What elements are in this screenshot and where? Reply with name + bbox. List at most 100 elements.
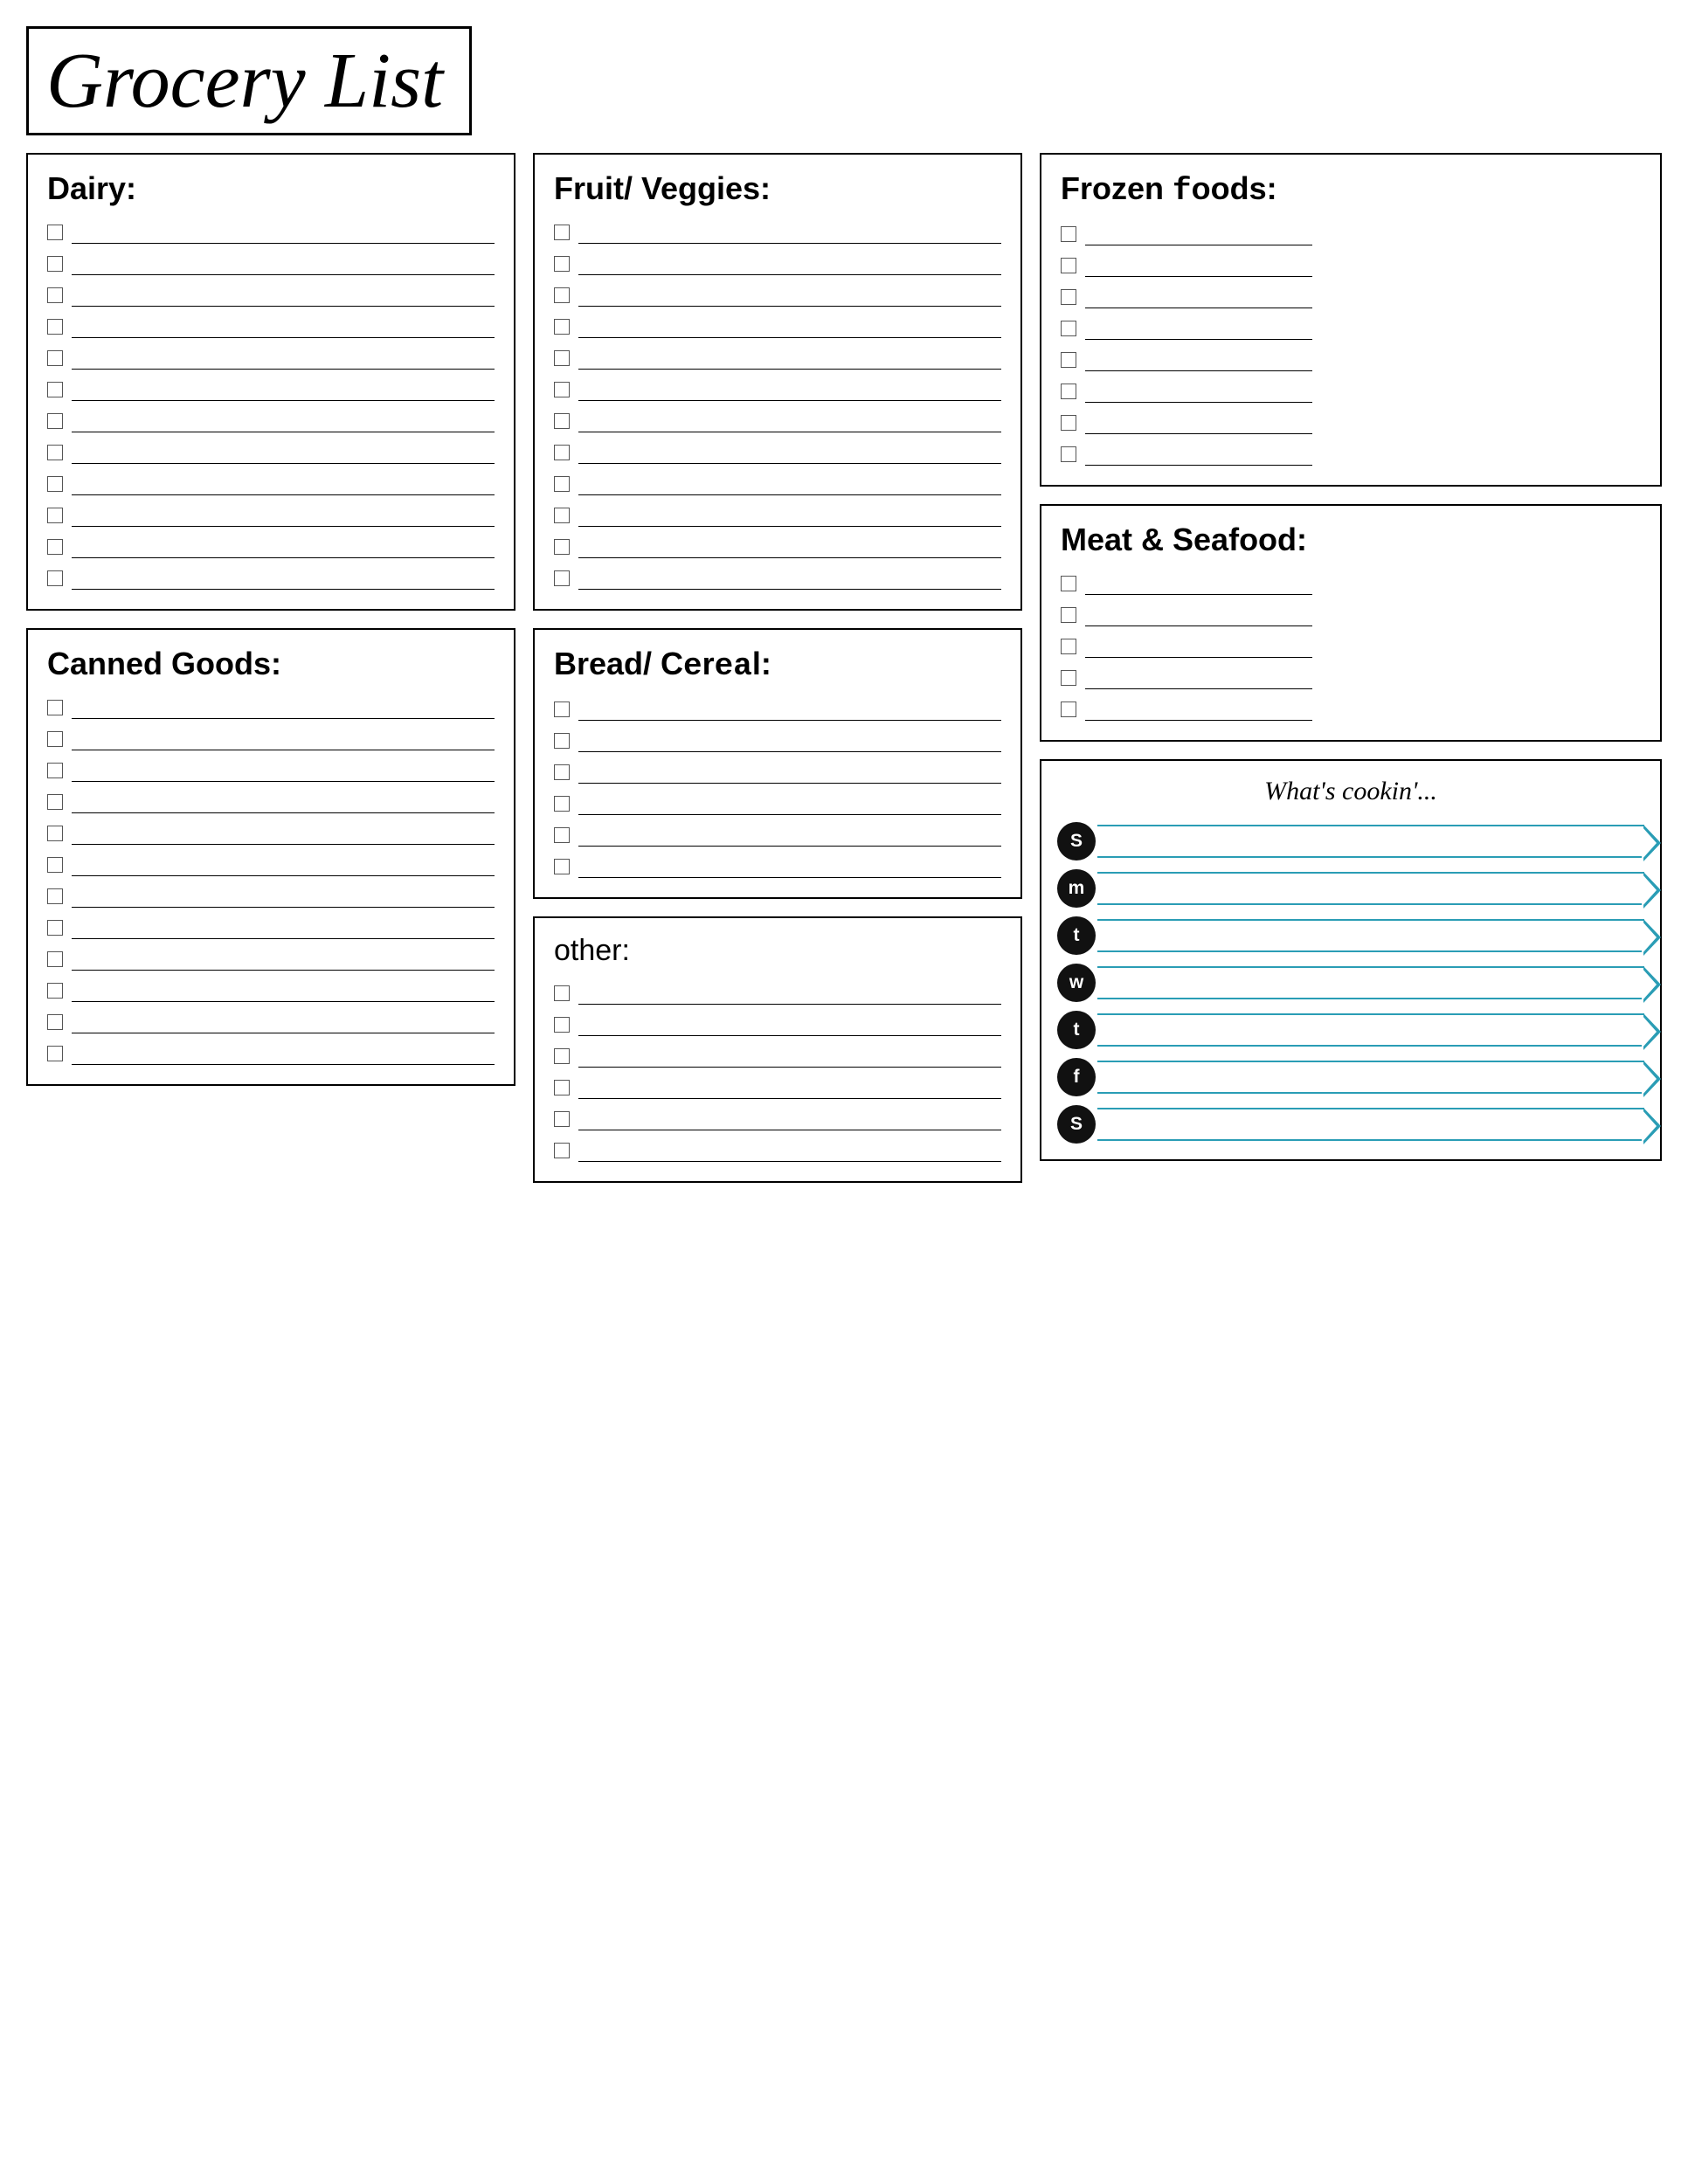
list-item — [47, 382, 495, 401]
checkbox[interactable] — [1061, 639, 1076, 654]
line — [578, 827, 1001, 847]
fruit-rows — [554, 225, 1001, 590]
checkbox[interactable] — [47, 857, 63, 873]
fruit-section: Fruit/ Veggies: — [533, 153, 1022, 611]
line — [578, 413, 1001, 432]
list-item — [47, 700, 495, 719]
checkbox[interactable] — [1061, 670, 1076, 686]
checkbox[interactable] — [554, 539, 570, 555]
day-banner[interactable] — [1097, 1013, 1644, 1047]
checkbox[interactable] — [1061, 289, 1076, 305]
checkbox[interactable] — [554, 508, 570, 523]
checkbox[interactable] — [47, 382, 63, 397]
checkbox[interactable] — [1061, 226, 1076, 242]
day-banner[interactable] — [1097, 966, 1644, 999]
checkbox[interactable] — [554, 382, 570, 397]
checkbox[interactable] — [554, 476, 570, 492]
checkbox[interactable] — [554, 1143, 570, 1158]
checkbox[interactable] — [554, 796, 570, 812]
checkbox[interactable] — [47, 225, 63, 240]
day-banner[interactable] — [1097, 825, 1644, 858]
list-item — [554, 225, 1001, 244]
checkbox[interactable] — [554, 445, 570, 460]
day-banner[interactable] — [1097, 919, 1644, 952]
checkbox[interactable] — [1061, 321, 1076, 336]
checkbox[interactable] — [1061, 446, 1076, 462]
other-rows — [554, 985, 1001, 1162]
checkbox[interactable] — [1061, 352, 1076, 368]
checkbox[interactable] — [47, 731, 63, 747]
checkbox[interactable] — [554, 1080, 570, 1095]
line — [578, 764, 1001, 784]
checkbox[interactable] — [554, 733, 570, 749]
line — [72, 476, 495, 495]
checkbox[interactable] — [47, 794, 63, 810]
day-circle-f: f — [1057, 1058, 1096, 1096]
line — [1085, 639, 1312, 658]
dairy-rows — [47, 225, 495, 590]
day-banner[interactable] — [1097, 1108, 1644, 1141]
checkbox[interactable] — [1061, 576, 1076, 591]
line — [72, 731, 495, 750]
checkbox[interactable] — [554, 225, 570, 240]
checkbox[interactable] — [47, 983, 63, 999]
checkbox[interactable] — [47, 319, 63, 335]
checkbox[interactable] — [554, 570, 570, 586]
checkbox[interactable] — [1061, 415, 1076, 431]
day-banner[interactable] — [1097, 1061, 1644, 1094]
checkbox[interactable] — [554, 985, 570, 1001]
checkbox[interactable] — [554, 859, 570, 874]
checkbox[interactable] — [554, 1048, 570, 1064]
checkbox[interactable] — [47, 570, 63, 586]
list-item — [47, 983, 495, 1002]
list-item — [47, 445, 495, 464]
other-title: other: — [554, 934, 1001, 968]
checkbox[interactable] — [554, 702, 570, 717]
line — [72, 951, 495, 971]
checkbox[interactable] — [554, 764, 570, 780]
checkbox[interactable] — [47, 539, 63, 555]
checkbox[interactable] — [1061, 258, 1076, 273]
list-item — [47, 826, 495, 845]
checkbox[interactable] — [47, 888, 63, 904]
list-item — [47, 1014, 495, 1033]
checkbox[interactable] — [1061, 702, 1076, 717]
checkbox[interactable] — [554, 413, 570, 429]
checkbox[interactable] — [47, 826, 63, 841]
list-item — [47, 350, 495, 370]
line — [578, 508, 1001, 527]
checkbox[interactable] — [47, 445, 63, 460]
checkbox[interactable] — [1061, 607, 1076, 623]
checkbox[interactable] — [47, 1014, 63, 1030]
checkbox[interactable] — [554, 287, 570, 303]
checkbox[interactable] — [554, 256, 570, 272]
line — [72, 570, 495, 590]
list-item — [554, 445, 1001, 464]
checkbox[interactable] — [554, 1017, 570, 1033]
checkbox[interactable] — [47, 951, 63, 967]
line — [578, 859, 1001, 878]
day-banner[interactable] — [1097, 872, 1644, 905]
checkbox[interactable] — [47, 700, 63, 715]
list-item — [1061, 670, 1641, 689]
list-item — [47, 731, 495, 750]
checkbox[interactable] — [47, 476, 63, 492]
line — [1085, 321, 1312, 340]
checkbox[interactable] — [47, 256, 63, 272]
checkbox[interactable] — [1061, 384, 1076, 399]
list-item — [47, 951, 495, 971]
list-item — [554, 764, 1001, 784]
checkbox[interactable] — [554, 1111, 570, 1127]
list-item — [47, 763, 495, 782]
checkbox[interactable] — [554, 350, 570, 366]
checkbox[interactable] — [47, 413, 63, 429]
checkbox[interactable] — [554, 827, 570, 843]
checkbox[interactable] — [47, 508, 63, 523]
checkbox[interactable] — [47, 350, 63, 366]
checkbox[interactable] — [47, 763, 63, 778]
checkbox[interactable] — [47, 1046, 63, 1061]
checkbox[interactable] — [47, 287, 63, 303]
checkbox[interactable] — [47, 920, 63, 936]
list-item — [554, 1048, 1001, 1068]
checkbox[interactable] — [554, 319, 570, 335]
